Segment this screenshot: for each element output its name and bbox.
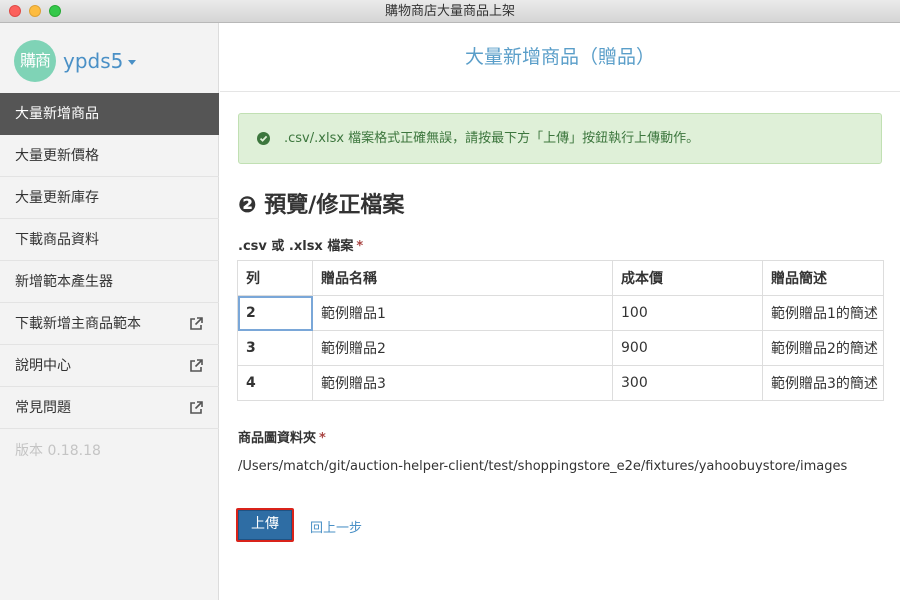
table-header-row: 列 贈品名稱 成本價 贈品簡述	[237, 260, 884, 296]
section-title: ❷ 預覽/修正檔案	[238, 193, 405, 218]
table-row: 4 範例贈品3 300 範例贈品3的簡述	[237, 365, 884, 401]
table-cell[interactable]: 4	[237, 365, 313, 401]
account-switcher[interactable]: 購商 ypds5	[14, 40, 137, 82]
sidebar-item-download-template[interactable]: 下載新增主商品範本	[0, 303, 219, 345]
image-folder-path: /Users/match/git/auction-helper-client/t…	[238, 459, 848, 474]
sidebar-item-label: 下載新增主商品範本	[15, 316, 141, 332]
sidebar-nav: 大量新增商品 大量更新價格 大量更新庫存 下載商品資料 新增範本產生器 下載新增…	[0, 93, 219, 429]
maximize-window-button[interactable]	[49, 5, 61, 17]
store-name: ypds5	[63, 49, 124, 73]
table-cell[interactable]: 900	[612, 330, 763, 366]
folder-field-label: 商品圖資料夾 *	[238, 427, 326, 446]
check-circle-icon	[257, 132, 270, 145]
store-logo: 購商	[14, 40, 56, 82]
sidebar-item-label: 下載商品資料	[15, 232, 99, 248]
column-header: 贈品簡述	[762, 260, 884, 296]
sidebar-item-bulk-update-prices[interactable]: 大量更新價格	[0, 135, 219, 177]
sidebar: 購商 ypds5 大量新增商品 大量更新價格 大量更新庫存 下載商品資料 新增範…	[0, 23, 219, 600]
column-header: 列	[237, 260, 313, 296]
caret-down-icon	[128, 60, 137, 65]
sidebar-item-label: 常見問題	[15, 400, 71, 416]
required-mark: *	[319, 431, 326, 446]
table-cell[interactable]: 範例贈品1的簡述	[762, 295, 884, 331]
table-cell[interactable]: 範例贈品2	[312, 330, 613, 366]
preview-table: 列 贈品名稱 成本價 贈品簡述 2 範例贈品1 100 範例贈品1的簡述 3 範…	[237, 260, 884, 401]
table-cell[interactable]: 範例贈品3的簡述	[762, 365, 884, 401]
page-title: 大量新增商品（贈品）	[220, 23, 900, 92]
sidebar-item-label: 大量新增商品	[15, 106, 99, 122]
sidebar-item-label: 新增範本產生器	[15, 274, 113, 290]
upload-button[interactable]: 上傳	[236, 508, 294, 542]
sidebar-item-help-center[interactable]: 說明中心	[0, 345, 219, 387]
title-bar: 購物商店大量商品上架	[0, 0, 900, 23]
window-title: 購物商店大量商品上架	[384, 4, 515, 19]
success-alert: .csv/.xlsx 檔案格式正確無誤，請按最下方「上傳」按鈕執行上傳動作。	[238, 113, 882, 164]
required-mark: *	[356, 239, 364, 254]
minimize-window-button[interactable]	[29, 5, 41, 17]
external-link-icon	[190, 359, 203, 372]
sidebar-item-bulk-add-products[interactable]: 大量新增商品	[0, 93, 219, 135]
app-version: 版本 0.18.18	[15, 443, 101, 459]
main-content: 大量新增商品（贈品） .csv/.xlsx 檔案格式正確無誤，請按最下方「上傳」…	[220, 23, 900, 600]
table-cell[interactable]: 100	[612, 295, 763, 331]
table-row: 3 範例贈品2 900 範例贈品2的簡述	[237, 330, 884, 366]
close-window-button[interactable]	[9, 5, 21, 17]
folder-label-text: 商品圖資料夾	[238, 431, 317, 446]
table-row: 2 範例贈品1 100 範例贈品1的簡述	[237, 295, 884, 331]
sidebar-item-label: 大量更新價格	[15, 148, 99, 164]
sidebar-item-faq[interactable]: 常見問題	[0, 387, 219, 429]
sidebar-item-bulk-update-stock[interactable]: 大量更新庫存	[0, 177, 219, 219]
external-link-icon	[190, 317, 203, 330]
table-cell[interactable]: 300	[612, 365, 763, 401]
column-header: 成本價	[612, 260, 763, 296]
table-cell[interactable]: 2	[237, 295, 313, 331]
sidebar-item-label: 大量更新庫存	[15, 190, 99, 206]
table-cell[interactable]: 範例贈品3	[312, 365, 613, 401]
table-cell[interactable]: 3	[237, 330, 313, 366]
sidebar-item-label: 說明中心	[15, 358, 71, 374]
sidebar-item-template-generator[interactable]: 新增範本產生器	[0, 261, 219, 303]
alert-message: .csv/.xlsx 檔案格式正確無誤，請按最下方「上傳」按鈕執行上傳動作。	[284, 131, 700, 146]
table-cell[interactable]: 範例贈品1	[312, 295, 613, 331]
back-link[interactable]: 回上一步	[310, 517, 362, 536]
column-header: 贈品名稱	[312, 260, 613, 296]
file-field-label: .csv 或 .xlsx 檔案 *	[238, 235, 363, 254]
file-label-text: .csv 或 .xlsx 檔案	[238, 239, 354, 254]
external-link-icon	[190, 401, 203, 414]
sidebar-item-download-product-data[interactable]: 下載商品資料	[0, 219, 219, 261]
table-cell[interactable]: 範例贈品2的簡述	[762, 330, 884, 366]
